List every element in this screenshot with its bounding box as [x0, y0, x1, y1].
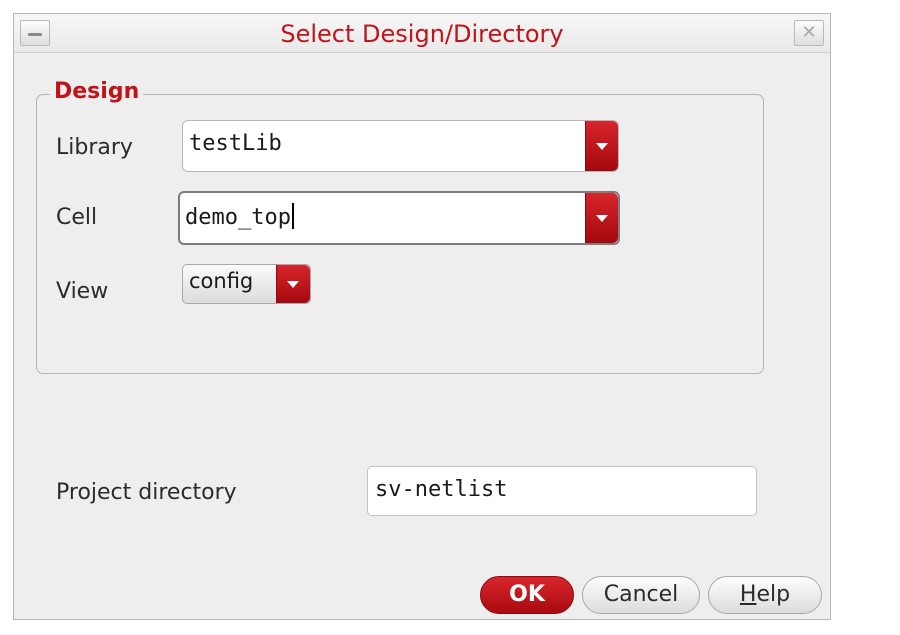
- help-mnemonic: H: [739, 582, 757, 607]
- library-combobox[interactable]: testLib: [182, 120, 619, 172]
- dropdown-arrow-icon: [287, 281, 299, 288]
- design-group-title: Design: [50, 79, 144, 104]
- ok-button[interactable]: OK: [480, 576, 574, 614]
- title-bar[interactable]: Select Design/Directory ✕: [14, 14, 830, 53]
- help-label: elp: [756, 582, 791, 607]
- library-dropdown-button[interactable]: [585, 121, 618, 171]
- window-title: Select Design/Directory: [280, 20, 564, 48]
- cell-input[interactable]: demo_top: [185, 203, 294, 230]
- project-directory-input[interactable]: sv-netlist: [367, 466, 757, 516]
- close-icon: ✕: [801, 22, 817, 43]
- cancel-button[interactable]: Cancel: [582, 576, 700, 614]
- text-caret: [291, 203, 294, 229]
- project-directory-value[interactable]: sv-netlist: [375, 477, 507, 502]
- help-button[interactable]: Help: [708, 576, 822, 614]
- dropdown-arrow-icon: [596, 143, 608, 150]
- view-dropdown-button[interactable]: [276, 265, 310, 303]
- project-directory-label: Project directory: [56, 480, 237, 505]
- library-label: Library: [56, 135, 133, 160]
- select-design-dialog: Select Design/Directory ✕ Design Library…: [13, 13, 831, 620]
- dropdown-arrow-icon: [596, 215, 608, 222]
- cell-combobox[interactable]: demo_top: [178, 191, 620, 245]
- close-button[interactable]: ✕: [794, 20, 824, 46]
- library-value[interactable]: testLib: [189, 131, 282, 156]
- cell-dropdown-button[interactable]: [585, 193, 618, 243]
- cell-value: demo_top: [185, 205, 291, 230]
- view-label: View: [56, 279, 109, 304]
- view-select[interactable]: config: [182, 264, 311, 304]
- cell-label: Cell: [56, 205, 98, 230]
- view-value: config: [189, 269, 254, 293]
